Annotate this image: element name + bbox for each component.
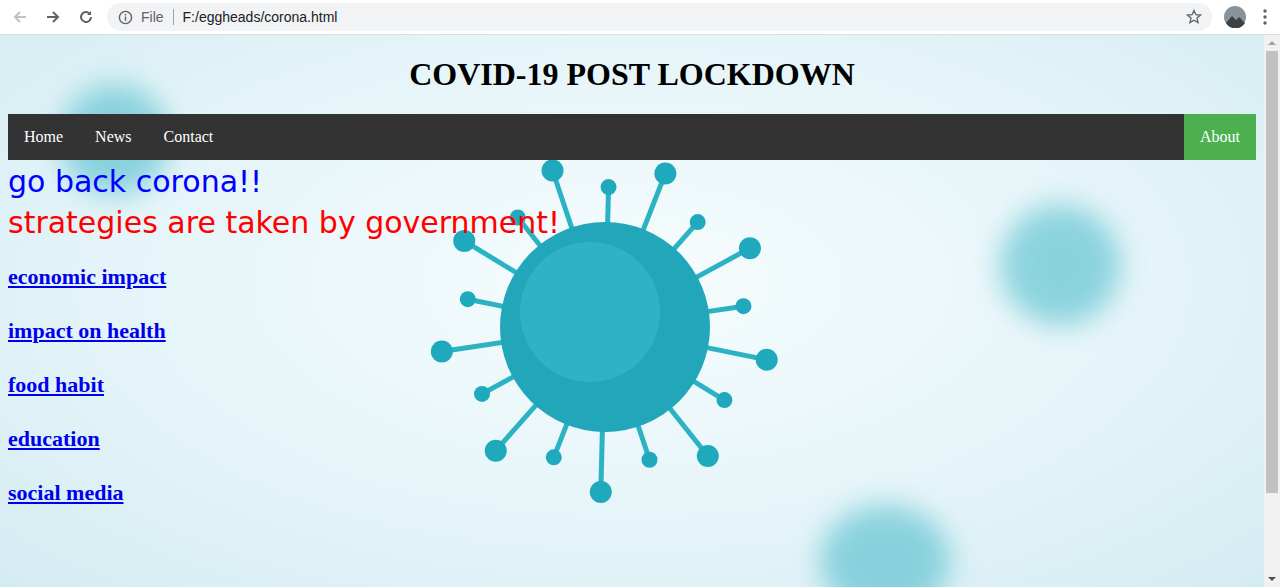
scroll-up-icon[interactable] [1264,35,1280,51]
browser-toolbar: File F:/eggheads/corona.html [0,0,1280,35]
topic-link[interactable]: social media [8,480,124,505]
nav-item[interactable]: Home [8,114,79,160]
topic-link[interactable]: economic impact [8,264,166,289]
topic-link[interactable]: impact on health [8,318,166,343]
nav-item[interactable]: Contact [148,114,230,160]
nav-item[interactable]: About [1184,114,1256,160]
menu-dots-icon[interactable] [1262,8,1268,26]
page-title: COVID-19 POST LOCKDOWN [8,56,1256,93]
virus-picture [425,147,785,507]
scheme-label: File [141,9,164,25]
web-page: COVID-19 POST LOCKDOWN HomeNewsContact Abo… [0,35,1264,587]
star-icon[interactable] [1186,9,1202,25]
back-arrow-icon[interactable] [12,9,28,25]
scrollbar[interactable] [1264,35,1280,587]
nav-item[interactable]: News [79,114,147,160]
divider [173,9,174,25]
topic-link[interactable]: education [8,426,100,451]
headline: go back corona!! [8,161,1256,202]
forward-arrow-icon[interactable] [45,9,61,25]
reload-icon[interactable] [78,9,94,25]
subheadline: strategies are taken by government! [8,202,1256,243]
viewport: COVID-19 POST LOCKDOWN HomeNewsContact Abo… [0,35,1280,587]
info-icon[interactable] [118,10,133,25]
scroll-thumb[interactable] [1266,51,1278,493]
topic-list: economic impact impact on health food habi… [8,264,1256,505]
browser-window: File F:/eggheads/corona.html COVID-19 POST… [0,0,1280,587]
scroll-down-icon[interactable] [1264,571,1280,587]
scroll-track[interactable] [1264,51,1280,571]
topic-link[interactable]: food habit [8,372,104,397]
nav-bar: HomeNewsContact About [8,114,1256,160]
profile-avatar-icon[interactable] [1224,6,1246,28]
url-text[interactable]: F:/eggheads/corona.html [183,9,1186,25]
address-bar[interactable]: File F:/eggheads/corona.html [107,3,1212,31]
